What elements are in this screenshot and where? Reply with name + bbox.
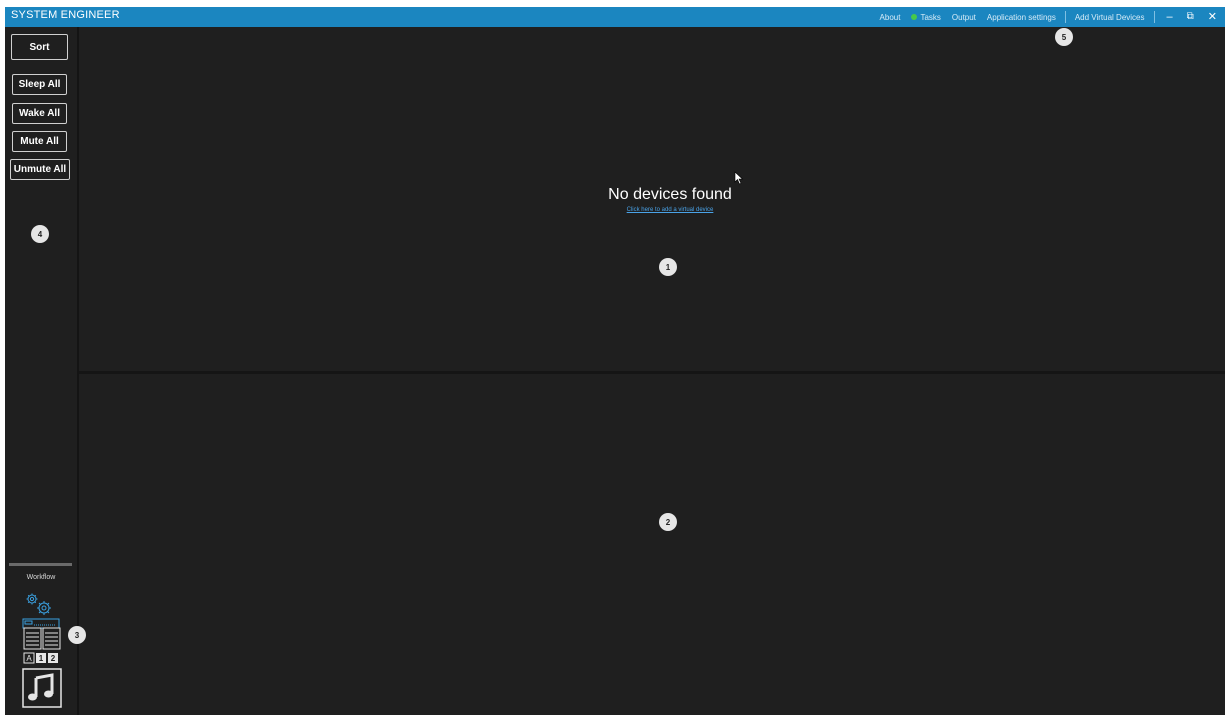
- marker-1: 1: [659, 258, 677, 276]
- music-note-icon[interactable]: [22, 668, 62, 713]
- mute-all-button[interactable]: Mute All: [12, 131, 67, 152]
- marker-2: 2: [659, 513, 677, 531]
- workflow-label: Workflow: [26, 574, 56, 581]
- sort-button[interactable]: Sort: [11, 34, 68, 60]
- title-bar: SYSTEM ENGINEER About Tasks Output Appli…: [5, 7, 1225, 27]
- menu-output[interactable]: Output: [952, 13, 976, 22]
- sleep-all-button[interactable]: Sleep All: [12, 74, 67, 95]
- top-menu: About Tasks Output Application settings …: [869, 7, 1219, 27]
- menu-tasks[interactable]: Tasks: [911, 12, 941, 22]
- tasks-status-dot: [911, 14, 918, 21]
- sidebar: Sort Sleep All Wake All Mute All Unmute …: [5, 27, 77, 715]
- menu-application-settings[interactable]: Application settings: [987, 13, 1056, 22]
- menu-separator: [1153, 11, 1155, 23]
- menu-about[interactable]: About: [880, 13, 901, 22]
- app-window: SYSTEM ENGINEER About Tasks Output Appli…: [5, 7, 1225, 715]
- ab-list-icon[interactable]: A 1 2: [23, 627, 61, 670]
- menu-separator: [1064, 11, 1066, 23]
- marker-3: 3: [68, 626, 86, 644]
- list-icon-label-a: A: [26, 654, 32, 663]
- marker-4: 4: [31, 225, 49, 243]
- marker-5: 5: [1055, 28, 1073, 46]
- minimize-button[interactable]: –: [1167, 7, 1173, 27]
- wake-all-button[interactable]: Wake All: [12, 103, 67, 124]
- panel-divider: [79, 371, 1225, 374]
- workflow-divider: [9, 563, 72, 566]
- unmute-all-button[interactable]: Unmute All: [10, 159, 70, 180]
- menu-tasks-label: Tasks: [920, 12, 941, 22]
- add-virtual-device-link[interactable]: Click here to add a virtual device: [565, 207, 775, 213]
- list-icon-label-1: 1: [39, 654, 44, 663]
- close-button[interactable]: ✕: [1208, 7, 1217, 27]
- menu-add-virtual-devices[interactable]: Add Virtual Devices: [1075, 13, 1145, 22]
- restore-button[interactable]: ⧉: [1187, 7, 1194, 27]
- list-icon-label-2: 2: [51, 654, 56, 663]
- mouse-cursor-icon: [734, 171, 744, 190]
- no-devices-title: No devices found: [608, 186, 732, 203]
- app-title: SYSTEM ENGINEER: [11, 9, 120, 21]
